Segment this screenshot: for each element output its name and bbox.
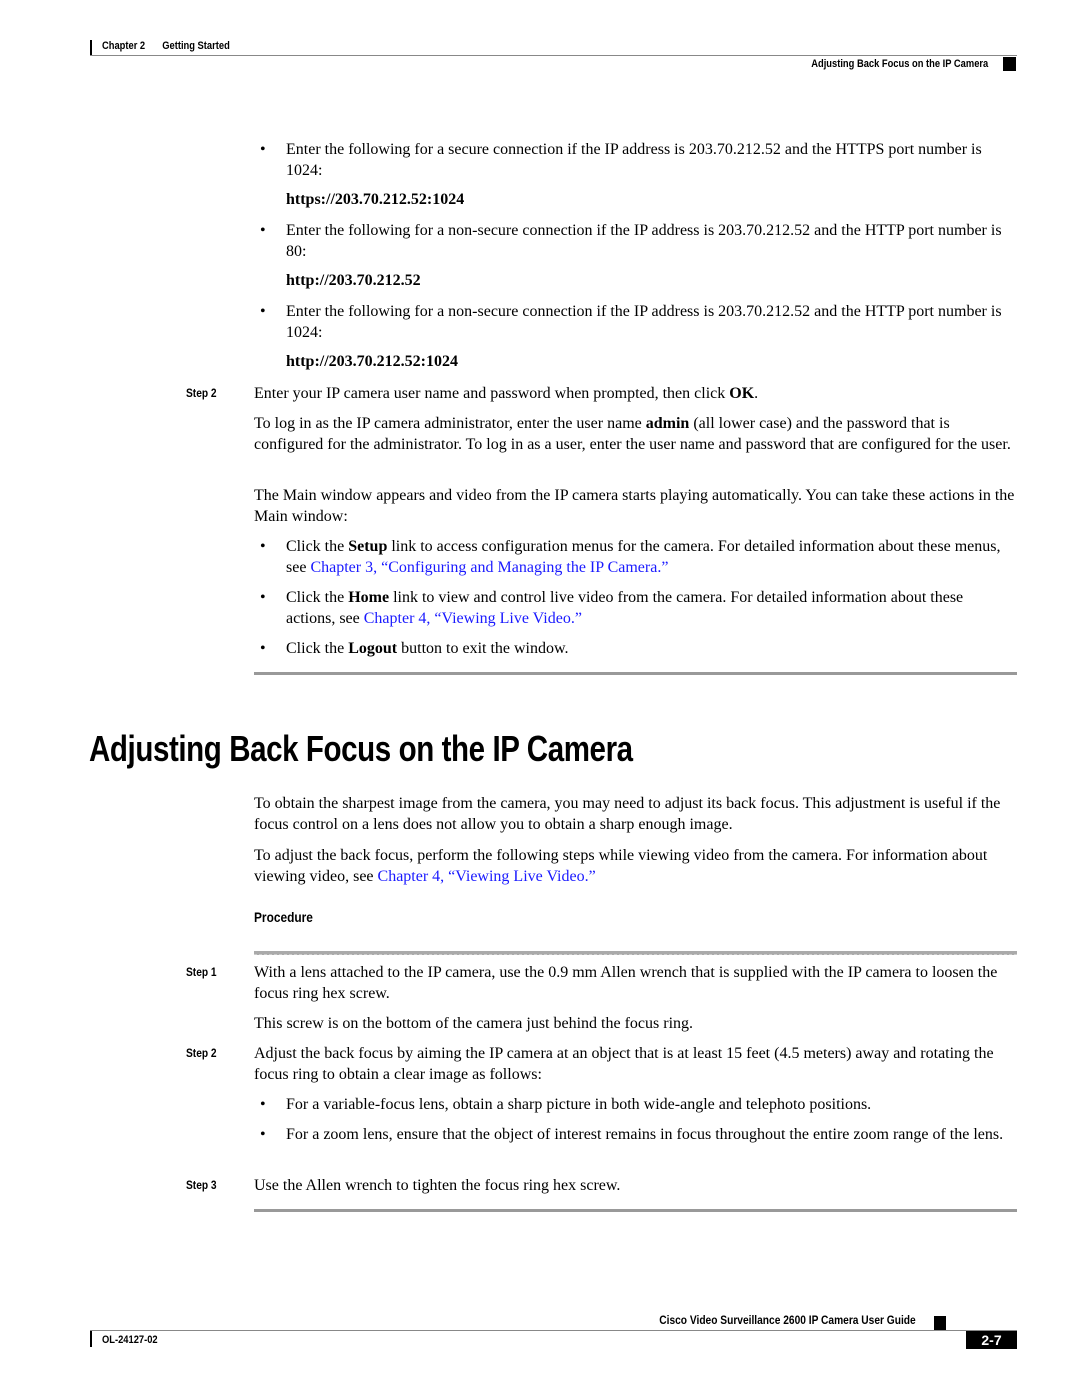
ok-text: OK — [729, 385, 755, 402]
chapter4-link-2[interactable]: Chapter 4, “Viewing Live Video.” — [378, 868, 596, 885]
admin-login-paragraph: To log in as the IP camera administrator… — [254, 415, 1011, 453]
bullet-icon: • — [260, 141, 266, 158]
code-http-1024-url: http://203.70.212.52:1024 — [286, 353, 458, 370]
intro-paragraph-2: To adjust the back focus, perform the fo… — [254, 847, 988, 885]
chapter-title: Getting Started — [162, 40, 230, 52]
page-number: 2-7 — [981, 1332, 1002, 1348]
main-window-paragraph: The Main window appears and video from t… — [254, 487, 1015, 525]
step2-login-text: Enter your IP camera user name and passw… — [254, 385, 759, 402]
section-heading: Adjusting Back Focus on the IP Camera — [89, 728, 633, 769]
footer-left-bar — [90, 1331, 92, 1347]
bullet-icon: • — [260, 303, 266, 320]
procedure-end-rule — [254, 1209, 1017, 1212]
header-black-block — [1003, 57, 1016, 71]
section-end-rule — [254, 672, 1017, 675]
chapter3-link[interactable]: Chapter 3, “Configuring and Managing the… — [310, 559, 668, 576]
footer-guide-title: Cisco Video Surveillance 2600 IP Camera … — [659, 1313, 916, 1327]
step-3-text: Use the Allen wrench to tighten the focu… — [254, 1177, 621, 1194]
bullet-icon: • — [260, 1126, 266, 1143]
header-left-bar — [90, 40, 92, 56]
step-1-note: This screw is on the bottom of the camer… — [254, 1015, 694, 1032]
intro-paragraph-1: To obtain the sharpest image from the ca… — [254, 795, 1001, 833]
logout-text: Logout — [348, 640, 398, 657]
home-text: Home — [348, 589, 390, 606]
bullet-icon: • — [260, 222, 266, 239]
footer-black-block — [934, 1316, 946, 1331]
admin-text: admin — [645, 415, 690, 432]
step-2-label: Step 2 — [186, 1046, 217, 1060]
procedure-label: Procedure — [254, 909, 313, 925]
step-label: Step 2 — [186, 386, 217, 400]
page-number-box: 2-7 — [966, 1331, 1017, 1349]
header-chapter: Chapter 2 Getting Started — [102, 40, 230, 52]
step-1-text: With a lens attached to the IP camera, u… — [254, 964, 998, 1002]
header-rule — [90, 55, 1017, 56]
code-http-url: http://203.70.212.52 — [286, 272, 421, 289]
footer-rule — [90, 1330, 1017, 1331]
step-3-label: Step 3 — [186, 1178, 217, 1192]
header-section-title: Adjusting Back Focus on the IP Camera — [811, 58, 988, 70]
chapter4-link[interactable]: Chapter 4, “Viewing Live Video.” — [364, 610, 582, 627]
bullet-icon: • — [260, 538, 266, 555]
bullet-icon: • — [260, 1096, 266, 1113]
step-2-text: Adjust the back focus by aiming the IP c… — [254, 1045, 994, 1083]
code-https-url: https://203.70.212.52:1024 — [286, 191, 465, 208]
setup-text: Setup — [348, 538, 388, 555]
procedure-rule — [254, 951, 1017, 955]
bullet-icon: • — [260, 589, 266, 606]
footer-doc-number: OL-24127-02 — [102, 1334, 158, 1346]
chapter-number: Chapter 2 — [102, 40, 146, 52]
bullet-icon: • — [260, 640, 266, 657]
step-1-label: Step 1 — [186, 965, 217, 979]
